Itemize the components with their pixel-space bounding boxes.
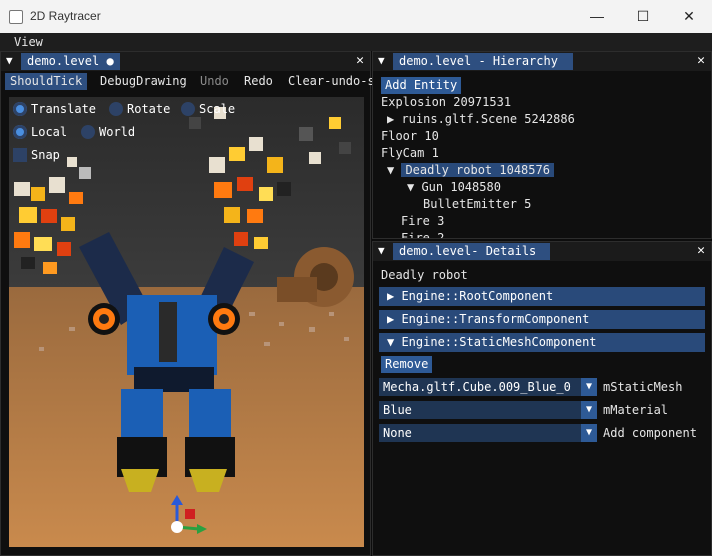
- translate-radio[interactable]: [13, 102, 27, 116]
- scale-label: Scale: [199, 102, 236, 116]
- component-header-root[interactable]: ▶ Engine::RootComponent: [379, 287, 705, 306]
- collapse-arrow-icon[interactable]: ▼: [6, 54, 13, 67]
- expand-arrow-icon: ▶: [387, 312, 402, 326]
- component-header-transform[interactable]: ▶ Engine::TransformComponent: [379, 310, 705, 329]
- material-value: Blue: [383, 403, 412, 417]
- minimize-button[interactable]: —: [574, 0, 620, 33]
- add-component-value: None: [383, 426, 412, 440]
- redo-button[interactable]: Redo: [239, 73, 278, 90]
- collapse-arrow-icon[interactable]: ▼: [378, 244, 385, 257]
- world-radio[interactable]: [81, 125, 95, 139]
- hierarchy-panel: ▼ demo.level - Hierarchy ✕ Add Entity Ex…: [372, 51, 712, 239]
- details-tabbar: ▼ demo.level- Details ✕: [373, 242, 711, 261]
- rotate-radio[interactable]: [109, 102, 123, 116]
- remove-component-button[interactable]: Remove: [381, 356, 433, 373]
- viewport-toolbar: ShouldTick DebugDrawing Undo Redo Clear-…: [5, 73, 375, 90]
- collapse-arrow-icon[interactable]: ▼: [378, 54, 385, 67]
- chevron-down-icon[interactable]: ▼: [581, 378, 597, 396]
- close-icon[interactable]: ✕: [356, 53, 364, 68]
- hierarchy-tabbar: ▼ demo.level - Hierarchy ✕: [373, 52, 711, 71]
- should-tick-button[interactable]: ShouldTick: [5, 73, 88, 90]
- tree-item-gun[interactable]: ▼ Gun 1048580: [407, 179, 501, 196]
- close-icon[interactable]: ✕: [697, 53, 705, 68]
- entity-name: Deadly robot: [381, 268, 468, 282]
- tree-item-bullet-emitter[interactable]: BulletEmitter 5: [423, 196, 531, 213]
- tree-item-explosion[interactable]: Explosion 20971531: [381, 94, 511, 111]
- scale-radio[interactable]: [181, 102, 195, 116]
- rotate-label: Rotate: [127, 102, 171, 116]
- chevron-down-icon[interactable]: ▼: [581, 401, 597, 419]
- scene-viewport[interactable]: Translate Rotate Scale Local World Snap: [9, 97, 364, 547]
- local-option: Local: [13, 124, 67, 140]
- chevron-down-icon[interactable]: ▼: [581, 424, 597, 442]
- component-header-label: Engine::RootComponent: [401, 289, 554, 303]
- window-titlebar: 2D Raytracer — ☐ ✕: [0, 0, 712, 33]
- translate-label: Translate: [31, 102, 97, 116]
- component-header-label: Engine::StaticMeshComponent: [401, 335, 597, 349]
- tree-item-deadly-robot[interactable]: ▼ Deadly robot 1048576: [387, 162, 554, 179]
- tree-item-fire-3[interactable]: Fire 3: [401, 213, 444, 230]
- world-option: World: [81, 124, 135, 140]
- tree-item-floor[interactable]: Floor 10: [381, 128, 439, 145]
- clear-undo-stack-button[interactable]: Clear-undo-s: [283, 73, 380, 90]
- static-mesh-value: Mecha.gltf.Cube.009_Blue_0: [383, 380, 571, 394]
- details-panel: ▼ demo.level- Details ✕ Deadly robot ▶ E…: [372, 241, 712, 556]
- app-icon: [9, 10, 23, 24]
- maximize-button[interactable]: ☐: [620, 0, 666, 33]
- tab-demo-level[interactable]: demo.level ●: [21, 53, 120, 70]
- menu-view[interactable]: View: [14, 35, 43, 49]
- undo-button[interactable]: Undo: [195, 73, 234, 90]
- debug-drawing-button[interactable]: DebugDrawing: [95, 73, 192, 90]
- local-label: Local: [31, 125, 68, 139]
- viewport-tabbar: ▼ demo.level ● ✕: [1, 52, 370, 71]
- add-component-combo[interactable]: None ▼: [379, 424, 597, 442]
- scene-render: [9, 97, 364, 547]
- close-button[interactable]: ✕: [666, 0, 712, 33]
- collapse-arrow-icon: ▼: [387, 335, 402, 349]
- expand-arrow-icon: ▶: [387, 289, 402, 303]
- viewport-panel: ▼ demo.level ● ✕ ShouldTick DebugDrawing…: [0, 51, 375, 556]
- tree-item-flycam[interactable]: FlyCam 1: [381, 145, 439, 162]
- collapse-arrow-icon[interactable]: ▼: [387, 163, 401, 177]
- add-component-label: Add component: [603, 426, 697, 440]
- add-entity-button[interactable]: Add Entity: [381, 77, 462, 94]
- static-mesh-combo[interactable]: Mecha.gltf.Cube.009_Blue_0 ▼: [379, 378, 597, 396]
- component-header-label: Engine::TransformComponent: [401, 312, 590, 326]
- collapse-arrow-icon[interactable]: ▼: [407, 180, 421, 194]
- world-label: World: [99, 125, 136, 139]
- snap-checkbox[interactable]: [13, 148, 27, 162]
- tree-item-label: ruins.gltf.Scene 5242886: [401, 112, 575, 126]
- static-mesh-label: mStaticMesh: [603, 380, 683, 394]
- tree-item-label: Deadly robot 1048576: [401, 163, 554, 177]
- component-header-static-mesh[interactable]: ▼ Engine::StaticMeshComponent: [379, 333, 705, 352]
- tree-item-fire-2[interactable]: Fire 2: [401, 230, 444, 238]
- menu-bar: View: [0, 33, 712, 51]
- scale-option: Scale: [181, 101, 235, 117]
- snap-option: Snap: [13, 147, 60, 163]
- material-combo[interactable]: Blue ▼: [379, 401, 597, 419]
- tree-item-label: Gun 1048580: [421, 180, 501, 194]
- window-title: 2D Raytracer: [30, 9, 101, 23]
- tree-item-ruins[interactable]: ▶ ruins.gltf.Scene 5242886: [387, 111, 575, 128]
- close-icon[interactable]: ✕: [697, 243, 705, 258]
- gizmo-mode-row: Translate: [13, 101, 96, 117]
- local-radio[interactable]: [13, 125, 27, 139]
- expand-arrow-icon[interactable]: ▶: [387, 112, 401, 126]
- material-label: mMaterial: [603, 403, 669, 417]
- tab-hierarchy[interactable]: demo.level - Hierarchy: [393, 53, 573, 70]
- tab-details[interactable]: demo.level- Details: [393, 243, 550, 260]
- rotate-option: Rotate: [109, 101, 170, 117]
- snap-label: Snap: [31, 148, 60, 162]
